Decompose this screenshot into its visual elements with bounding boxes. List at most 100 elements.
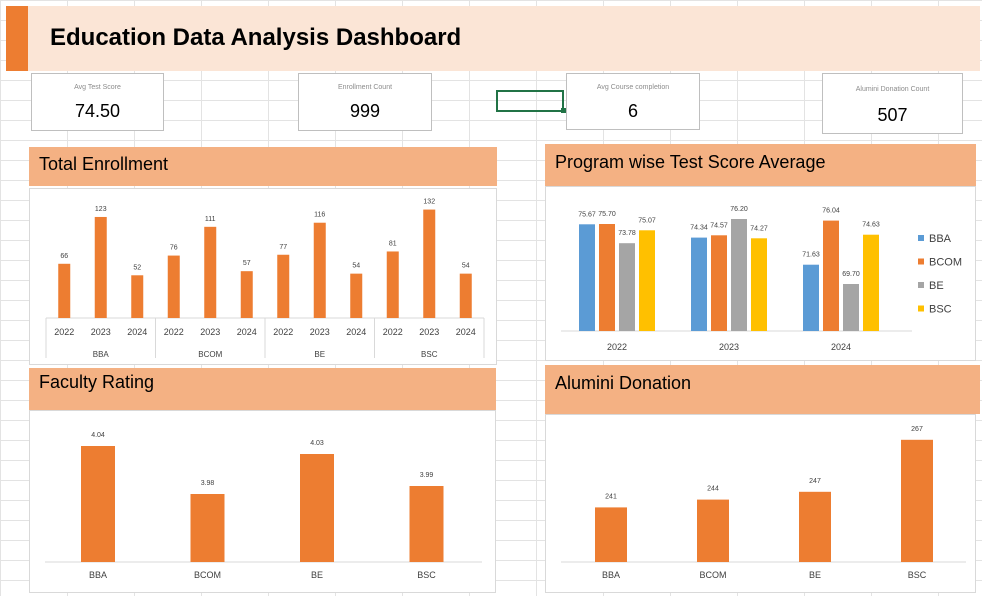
enrollment-data-label: 111 bbox=[205, 216, 216, 223]
donation-data-label: 247 bbox=[809, 478, 821, 485]
kpi-value: 507 bbox=[877, 105, 908, 125]
category-tick-label: BE bbox=[311, 570, 323, 580]
enrollment-data-label: 116 bbox=[314, 212, 325, 219]
kpi-avg-course-completion[interactable]: Avg Course completion 6 bbox=[566, 73, 700, 130]
legend-label: BE bbox=[929, 280, 944, 292]
kpi-value: 6 bbox=[627, 101, 638, 121]
enrollment-data-label: 123 bbox=[95, 206, 107, 213]
enrollment-data-label: 81 bbox=[389, 240, 397, 247]
category-tick-label: BCOM bbox=[700, 570, 727, 580]
enrollment-chart: 66 2022 123 2023 52 2024 BBA 76 2022 111 2023 57 202… bbox=[45, 199, 485, 359]
legend-swatch bbox=[918, 282, 924, 288]
kpi-alumni-donation-count[interactable]: Alumini Donation Count 507 bbox=[822, 73, 963, 134]
enrollment-data-label: 54 bbox=[462, 263, 470, 270]
enrollment-bar bbox=[459, 273, 472, 318]
kpi-enrollment-count[interactable]: Enrollment Count 999 bbox=[298, 73, 432, 131]
test-score-bar bbox=[863, 234, 879, 331]
test-score-data-label: 73.78 bbox=[618, 230, 636, 237]
test-score-data-label: 71.63 bbox=[802, 252, 820, 259]
enrollment-data-label: 54 bbox=[352, 263, 360, 270]
category-tick-label: BBA bbox=[89, 570, 107, 580]
enrollment-data-label: 57 bbox=[243, 260, 251, 267]
kpi-value: 74.50 bbox=[74, 101, 121, 121]
faculty-data-label: 3.98 bbox=[201, 480, 215, 487]
test-score-data-label: 76.04 bbox=[822, 208, 840, 215]
selected-cell[interactable] bbox=[496, 90, 564, 112]
donation-chart-panel[interactable]: 241 BBA 244 BCOM 247 BE 267 BSC bbox=[545, 414, 976, 593]
enrollment-bar bbox=[313, 222, 326, 318]
donation-data-label: 267 bbox=[911, 426, 923, 433]
donation-bar bbox=[697, 499, 729, 562]
legend-label: BCOM bbox=[929, 257, 962, 269]
title-accent-bar bbox=[6, 6, 28, 71]
donation-bar bbox=[799, 491, 831, 562]
faculty-rating-bar bbox=[190, 494, 225, 562]
test-score-data-label: 75.07 bbox=[638, 217, 656, 224]
enrollment-bar bbox=[277, 254, 290, 318]
test-score-chart: 75.67 75.70 73.7875.07 2022 74.34 74.57 76.20 7… bbox=[561, 206, 962, 352]
kpi-label: Avg Test Score bbox=[74, 84, 121, 91]
faculty-chart-panel[interactable]: 4.04 BBA 3.98 BCOM 4.03 BE 3.99 BSC bbox=[29, 410, 496, 593]
donation-chart: 241 BBA 244 BCOM 247 BE 267 BSC bbox=[561, 426, 966, 580]
kpi-avg-test-score[interactable]: Avg Test Score 74.50 bbox=[31, 73, 164, 131]
kpi-value: 999 bbox=[349, 101, 381, 121]
kpi-label: Avg Course completion bbox=[596, 84, 670, 91]
legend-label: BSC bbox=[929, 304, 952, 316]
category-tick-label: BCOM bbox=[194, 570, 221, 580]
enrollment-bar bbox=[423, 209, 436, 318]
legend-swatch bbox=[918, 258, 924, 265]
faculty-chart: 4.04 BBA 3.98 BCOM 4.03 BE 3.99 BSC bbox=[45, 432, 482, 580]
legend-swatch bbox=[918, 235, 924, 241]
category-tick-label: BBA bbox=[602, 570, 620, 580]
faculty-data-label: 4.03 bbox=[310, 440, 324, 447]
year-tick-label: 2022 bbox=[383, 327, 403, 337]
donation-bar bbox=[595, 507, 627, 562]
program-group-label: BBA bbox=[93, 350, 110, 359]
test-score-data-label: 74.34 bbox=[690, 225, 708, 232]
fill-handle[interactable] bbox=[561, 108, 566, 113]
donation-header: Alumini Donation bbox=[545, 365, 980, 414]
test-score-header: Program wise Test Score Average bbox=[545, 144, 976, 186]
year-tick-label: 2023 bbox=[310, 327, 330, 337]
enrollment-data-label: 77 bbox=[279, 244, 287, 251]
test-score-bar bbox=[731, 219, 747, 331]
category-tick-label: BSC bbox=[417, 570, 436, 580]
test-score-bar bbox=[711, 235, 727, 331]
year-tick-label: 2024 bbox=[831, 342, 851, 352]
year-tick-label: 2024 bbox=[456, 327, 476, 337]
faculty-rating-bar bbox=[81, 446, 115, 562]
enrollment-chart-panel[interactable]: 66 2022 123 2023 52 2024 BBA 76 2022 111 2023 57 202… bbox=[29, 188, 497, 365]
test-score-bar bbox=[803, 264, 819, 331]
faculty-data-label: 3.99 bbox=[420, 472, 434, 479]
program-group-label: BSC bbox=[421, 350, 438, 359]
faculty-data-label: 4.04 bbox=[91, 432, 105, 439]
program-group-label: BCOM bbox=[198, 350, 222, 359]
year-tick-label: 2023 bbox=[719, 342, 739, 352]
enrollment-data-label: 132 bbox=[423, 199, 435, 206]
test-score-data-label: 76.20 bbox=[730, 206, 748, 213]
year-tick-label: 2022 bbox=[273, 327, 293, 337]
test-score-bar bbox=[639, 230, 655, 331]
faculty-rating-bar bbox=[409, 486, 444, 562]
program-group-label: BE bbox=[314, 350, 325, 359]
test-score-data-label: 75.70 bbox=[598, 211, 616, 218]
year-tick-label: 2022 bbox=[607, 342, 627, 352]
test-score-data-label: 74.63 bbox=[862, 222, 880, 229]
year-tick-label: 2024 bbox=[237, 327, 257, 337]
enrollment-bar bbox=[350, 273, 363, 318]
test-score-data-label: 75.67 bbox=[578, 211, 596, 218]
test-score-data-label: 69.70 bbox=[842, 271, 860, 278]
legend-swatch bbox=[918, 305, 924, 312]
test-score-bar bbox=[843, 284, 859, 331]
enrollment-data-label: 66 bbox=[60, 253, 68, 260]
category-tick-label: BSC bbox=[908, 570, 927, 580]
legend-label: BBA bbox=[929, 233, 952, 245]
year-tick-label: 2023 bbox=[419, 327, 439, 337]
faculty-rating-bar bbox=[300, 454, 334, 562]
year-tick-label: 2022 bbox=[164, 327, 184, 337]
test-score-data-label: 74.57 bbox=[710, 222, 728, 229]
year-tick-label: 2024 bbox=[346, 327, 366, 337]
test-score-bar bbox=[751, 238, 767, 331]
enrollment-bar bbox=[204, 226, 217, 318]
test-score-chart-panel[interactable]: 75.67 75.70 73.78 75.07 2022 74.34 74.57 76.20 7… bbox=[545, 186, 976, 361]
